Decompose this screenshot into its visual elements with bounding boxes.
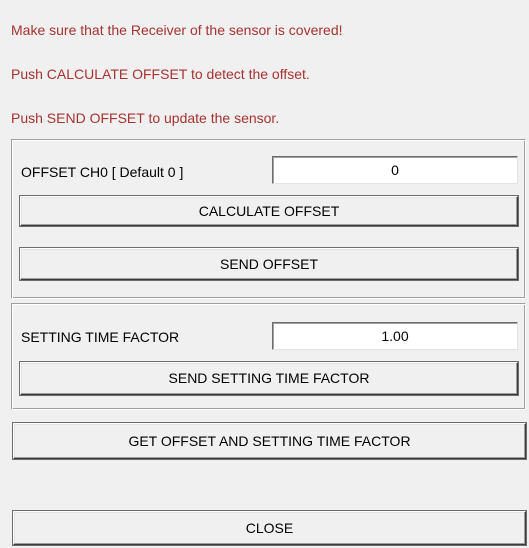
get-offset-and-setting-time-factor-button[interactable]: GET OFFSET AND SETTING TIME FACTOR (13, 423, 526, 459)
send-offset-button[interactable]: SEND OFFSET (20, 248, 518, 280)
calculate-offset-button[interactable]: CALCULATE OFFSET (20, 196, 518, 226)
setting-time-factor-label: SETTING TIME FACTOR (21, 329, 180, 345)
close-button[interactable]: CLOSE (13, 511, 526, 545)
send-setting-time-factor-button[interactable]: SEND SETTING TIME FACTOR (20, 362, 518, 395)
setting-time-group: SETTING TIME FACTOR 1.00 SEND SETTING TI… (11, 303, 526, 410)
offset-ch0-label: OFFSET CH0 [ Default 0 ] (21, 164, 184, 180)
instruction-cover-receiver: Make sure that the Receiver of the senso… (11, 22, 343, 38)
instruction-send-offset: Push SEND OFFSET to update the sensor. (11, 110, 280, 126)
offset-group: OFFSET CH0 [ Default 0 ] 0 CALCULATE OFF… (11, 139, 526, 299)
setting-time-factor-field[interactable]: 1.00 (272, 322, 518, 350)
instruction-calculate-offset: Push CALCULATE OFFSET to detect the offs… (11, 66, 310, 82)
offset-ch0-field[interactable]: 0 (272, 156, 518, 184)
